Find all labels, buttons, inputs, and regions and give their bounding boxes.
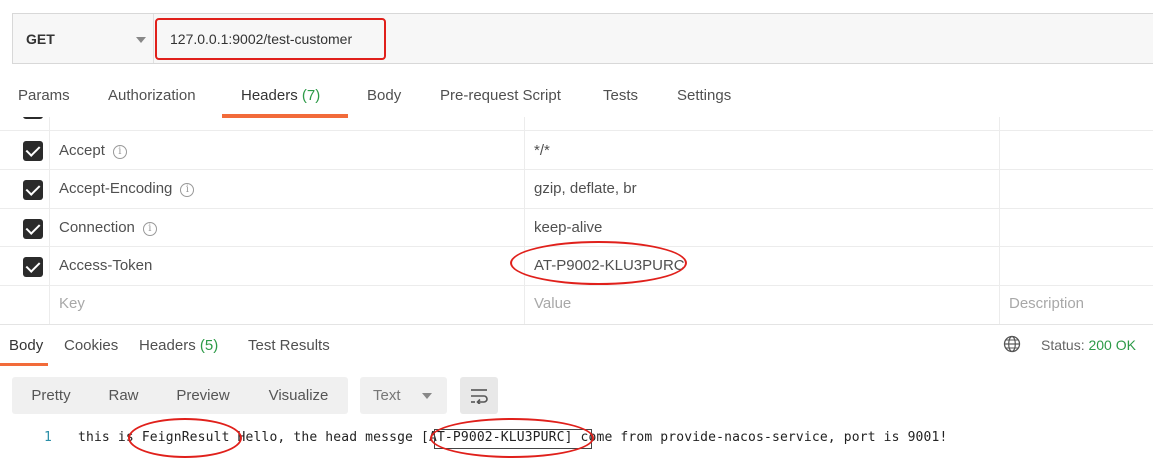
header-key[interactable]: Access-Token	[59, 257, 152, 274]
header-value[interactable]: */*	[534, 142, 550, 159]
token-annotation-oval	[510, 241, 687, 285]
view-preview[interactable]: Preview	[157, 377, 249, 414]
response-status: Status: 200 OK	[1041, 337, 1136, 353]
tab-authorization[interactable]: Authorization	[108, 87, 196, 104]
header-key[interactable]: Accept-Encoding i	[59, 180, 195, 197]
value-placeholder[interactable]: Value	[534, 295, 571, 312]
headers-count: (7)	[301, 87, 321, 104]
response-token-annotation-oval	[430, 418, 594, 458]
active-response-tab-indicator	[0, 363, 48, 366]
checkbox-checked-icon[interactable]	[23, 257, 43, 277]
view-visualize[interactable]: Visualize	[249, 377, 348, 414]
tab-pre-request-script[interactable]: Pre-request Script	[440, 87, 561, 104]
view-pretty[interactable]: Pretty	[12, 377, 90, 414]
format-select[interactable]: Text	[360, 377, 447, 414]
url-annotation-box	[155, 18, 386, 60]
response-toolbar: Pretty Raw Preview Visualize	[12, 377, 348, 414]
request-tabs: Params Authorization Headers (7) Body Pr…	[0, 78, 1153, 118]
method-label: GET	[26, 30, 55, 47]
status-value: 200 OK	[1088, 337, 1136, 353]
dropdown-caret-icon	[422, 393, 432, 399]
tab-params[interactable]: Params	[18, 87, 70, 104]
info-icon[interactable]: i	[112, 145, 127, 159]
tab-cookies[interactable]: Cookies	[64, 337, 118, 354]
tab-response-body[interactable]: Body	[9, 337, 43, 354]
dropdown-caret-icon	[136, 37, 146, 43]
header-value[interactable]: gzip, deflate, br	[534, 180, 637, 197]
wrap-lines-icon	[471, 388, 488, 404]
view-raw[interactable]: Raw	[90, 377, 157, 414]
tab-settings[interactable]: Settings	[677, 87, 731, 104]
globe-icon[interactable]	[1003, 335, 1021, 353]
view-mode-selector: Pretty Raw Preview Visualize	[12, 377, 348, 414]
table-row: Key Value Description	[0, 286, 1153, 324]
checkbox-checked-icon[interactable]	[23, 180, 43, 200]
feign-annotation-oval	[128, 418, 242, 458]
response-headers-count: (5)	[199, 337, 219, 354]
header-value[interactable]: keep-alive	[534, 219, 602, 236]
tab-headers[interactable]: Headers (7)	[241, 87, 320, 104]
method-select[interactable]: GET	[13, 14, 154, 63]
info-icon[interactable]: i	[142, 222, 157, 236]
checkbox-checked-icon[interactable]	[23, 141, 43, 161]
response-tabs: Body Cookies Headers (5) Test Results St…	[0, 324, 1153, 366]
table-row: Accept-Encoding i gzip, deflate, br	[0, 170, 1153, 209]
key-placeholder[interactable]: Key	[59, 295, 85, 312]
description-placeholder[interactable]: Description	[1009, 295, 1084, 312]
wrap-lines-button[interactable]	[460, 377, 498, 414]
table-row: Accept i */*	[0, 131, 1153, 170]
header-key[interactable]: Accept i	[59, 142, 127, 159]
format-label: Text	[373, 387, 401, 404]
line-number: 1	[44, 430, 52, 445]
header-key[interactable]: Connection i	[59, 219, 157, 236]
info-icon[interactable]: i	[180, 183, 195, 197]
headers-table: Accept i */* Accept-Encoding i gzip, defla…	[0, 117, 1153, 324]
tab-body[interactable]: Body	[367, 87, 401, 104]
tab-tests[interactable]: Tests	[603, 87, 638, 104]
checkbox-checked-icon[interactable]	[23, 219, 43, 239]
tab-test-results[interactable]: Test Results	[248, 337, 330, 354]
checkbox-checked-icon[interactable]	[23, 117, 43, 119]
table-row	[0, 117, 1153, 131]
tab-response-headers[interactable]: Headers (5)	[139, 337, 218, 354]
